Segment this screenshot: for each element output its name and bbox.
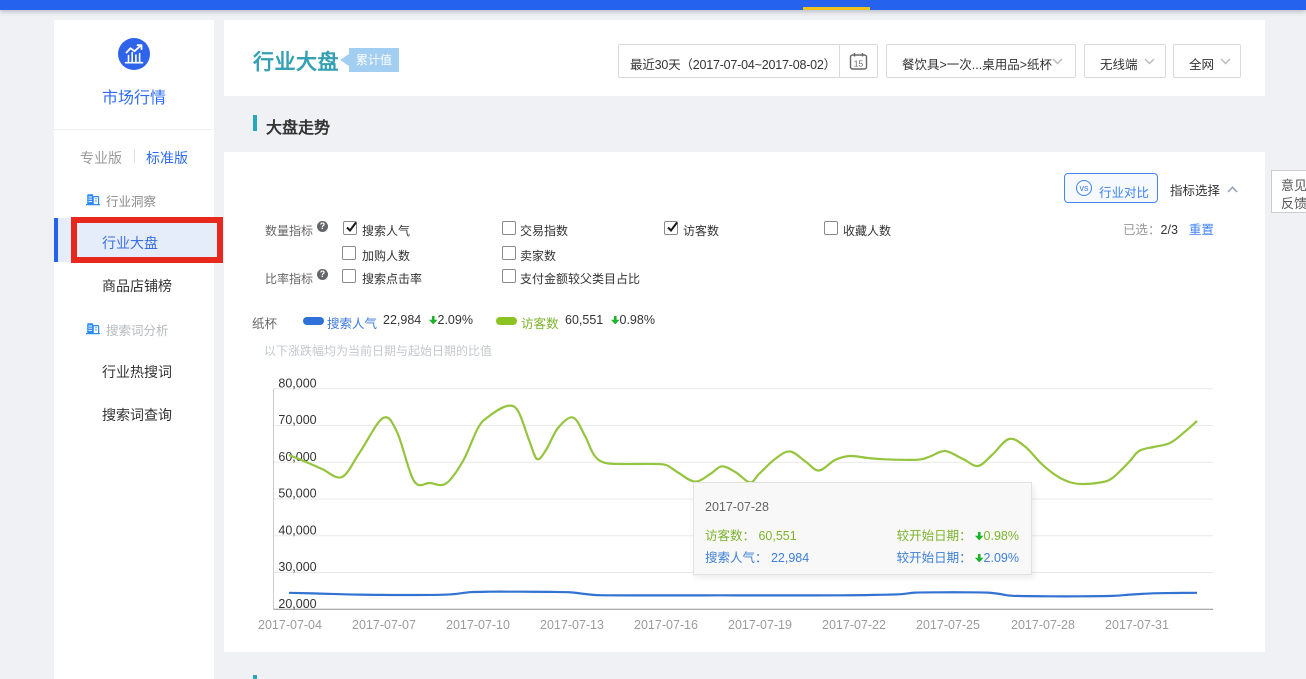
svg-text:15: 15 xyxy=(854,59,864,69)
